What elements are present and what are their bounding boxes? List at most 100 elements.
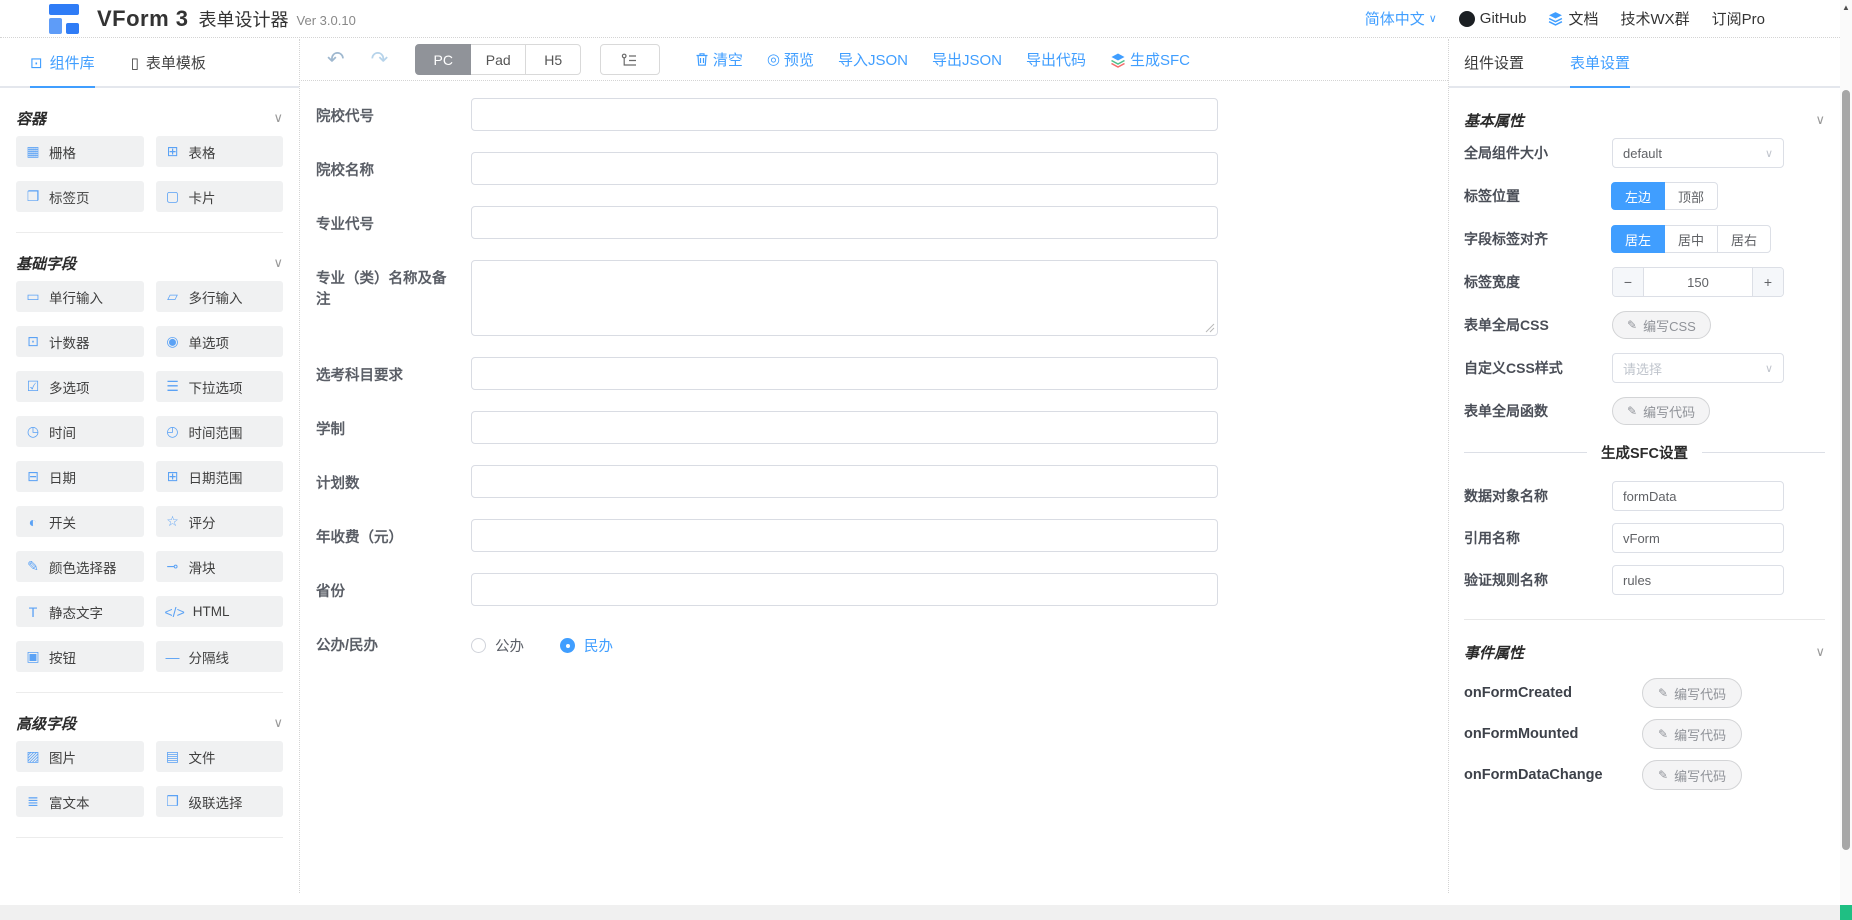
tab-form-templates[interactable]: ▯ 表单模板 — [131, 39, 206, 88]
select-icon: ☰ — [165, 378, 181, 395]
widget-size-select[interactable]: default ∨ — [1612, 138, 1784, 168]
scroll-up-icon[interactable]: ▲ — [1840, 3, 1852, 12]
widget-textarea[interactable]: ▱多行输入 — [156, 281, 284, 312]
form-field-row: 院校代号 — [316, 98, 1218, 131]
widget-rate[interactable]: ☆评分 — [156, 506, 284, 537]
widget-switch[interactable]: ◐开关 — [16, 506, 144, 537]
tab-form-settings[interactable]: 表单设置 — [1570, 39, 1630, 88]
section-container-header[interactable]: 容器 ∨ — [16, 100, 283, 136]
import-json-button[interactable]: 导入JSON — [838, 49, 908, 70]
static-text-icon: T — [25, 604, 41, 620]
widget-button[interactable]: ▣按钮 — [16, 641, 144, 672]
device-h5-button[interactable]: H5 — [525, 44, 581, 75]
edit-css-button[interactable]: ✎ 编写CSS — [1612, 311, 1711, 339]
label-align-center-button[interactable]: 居中 — [1664, 225, 1718, 253]
widget-time-range[interactable]: ◴时间范围 — [156, 416, 284, 447]
preview-button[interactable]: ◎ 预览 — [767, 49, 814, 70]
export-json-button[interactable]: 导出JSON — [932, 49, 1002, 70]
widget-html[interactable]: </>HTML — [156, 596, 284, 627]
field-input-college-name[interactable] — [471, 152, 1218, 185]
basic-props-header[interactable]: 基本属性 ∨ — [1464, 102, 1825, 138]
rules-name-input[interactable]: rules — [1612, 565, 1784, 595]
widget-table[interactable]: ⊞表格 — [156, 136, 284, 167]
widget-input[interactable]: ▭单行输入 — [16, 281, 144, 312]
widget-select[interactable]: ☰下拉选项 — [156, 371, 284, 402]
undo-icon[interactable]: ↶ — [327, 49, 345, 70]
vertical-scrollbar-thumb[interactable] — [1842, 90, 1850, 850]
widget-color-picker[interactable]: ✎颜色选择器 — [16, 551, 144, 582]
field-textarea-major-name-remark[interactable] — [471, 260, 1218, 336]
radio-option-public[interactable]: 公办 — [471, 635, 524, 656]
widget-cascader[interactable]: ❒级联选择 — [156, 786, 284, 817]
field-input-subject-requirement[interactable] — [471, 357, 1218, 390]
section-advanced-fields-header[interactable]: 高级字段 ∨ — [16, 705, 283, 741]
widget-grid[interactable]: ▦栅格 — [16, 136, 144, 167]
chevron-down-icon: ∨ — [273, 715, 283, 731]
device-pad-button[interactable]: Pad — [470, 44, 526, 75]
tab-component-library[interactable]: ⊡ 组件库 — [30, 39, 95, 88]
tab-widget-settings[interactable]: 组件设置 — [1464, 39, 1524, 88]
field-input-province[interactable] — [471, 573, 1218, 606]
widget-date[interactable]: ⊟日期 — [16, 461, 144, 492]
section-divider — [1464, 619, 1825, 620]
data-object-name-input[interactable]: formData — [1612, 481, 1784, 511]
increase-button[interactable]: + — [1752, 268, 1783, 296]
widget-divider[interactable]: —分隔线 — [156, 641, 284, 672]
field-input-plan-count[interactable] — [471, 465, 1218, 498]
ref-name-input[interactable]: vForm — [1612, 523, 1784, 553]
custom-class-select[interactable]: 请选择 ∨ — [1612, 353, 1784, 383]
subscribe-pro-link[interactable]: 订阅Pro — [1712, 8, 1765, 29]
field-label: 专业（类）名称及备注 — [316, 260, 471, 336]
section-basic-fields-header[interactable]: 基础字段 ∨ — [16, 245, 283, 281]
widget-radio[interactable]: ◉单选项 — [156, 326, 284, 357]
widget-date-range[interactable]: ⊞日期范围 — [156, 461, 284, 492]
language-select[interactable]: 简体中文 ∨ — [1365, 8, 1437, 29]
label-align-left-button[interactable]: 居左 — [1611, 225, 1665, 253]
redo-icon[interactable]: ↷ — [371, 49, 389, 70]
docs-link[interactable]: 文档 — [1548, 8, 1598, 29]
horizontal-scrollbar[interactable] — [0, 905, 1840, 920]
edit-icon: ✎ — [1627, 404, 1637, 418]
edit-onformmounted-button[interactable]: ✎ 编写代码 — [1642, 719, 1742, 749]
label-position-left-button[interactable]: 左边 — [1611, 182, 1665, 210]
generate-sfc-button[interactable]: 生成SFC — [1110, 49, 1190, 70]
vertical-scrollbar[interactable]: ▲ — [1840, 0, 1852, 920]
github-link[interactable]: GitHub — [1459, 10, 1527, 27]
widget-tab[interactable]: ❐标签页 — [16, 181, 144, 212]
setting-row-ref-name: 引用名称 vForm — [1464, 523, 1825, 553]
widget-picture-upload[interactable]: ▨图片 — [16, 741, 144, 772]
widget-card[interactable]: ▢卡片 — [156, 181, 284, 212]
edit-functions-button[interactable]: ✎ 编写代码 — [1612, 397, 1710, 425]
label-position-top-button[interactable]: 顶部 — [1664, 182, 1718, 210]
field-input-annual-fee[interactable] — [471, 519, 1218, 552]
form-canvas[interactable]: 院校代号 院校名称 专业代号 专业（类）名称及备注 — [301, 82, 1448, 893]
widget-checkbox[interactable]: ☑多选项 — [16, 371, 144, 402]
app-header: VForm 3 表单设计器 Ver 3.0.10 简体中文 ∨ GitHub 文… — [0, 0, 1840, 38]
radio-option-private[interactable]: 民办 — [560, 635, 613, 656]
widget-static-text[interactable]: T静态文字 — [16, 596, 144, 627]
tab-icon: ❐ — [25, 188, 41, 205]
event-props-header[interactable]: 事件属性 ∨ — [1464, 634, 1825, 670]
decrease-button[interactable]: − — [1613, 268, 1644, 296]
widget-time[interactable]: ◷时间 — [16, 416, 144, 447]
widget-rich-editor[interactable]: ≣富文本 — [16, 786, 144, 817]
node-tree-button[interactable] — [600, 44, 660, 75]
edit-onformdatachange-button[interactable]: ✎ 编写代码 — [1642, 760, 1742, 790]
edit-icon: ✎ — [1627, 318, 1637, 332]
device-pc-button[interactable]: PC — [415, 44, 471, 75]
field-input-major-code[interactable] — [471, 206, 1218, 239]
field-input-study-length[interactable] — [471, 411, 1218, 444]
field-input-college-code[interactable] — [471, 98, 1218, 131]
wx-group-link[interactable]: 技术WX群 — [1620, 8, 1689, 29]
label-align-right-button[interactable]: 居右 — [1717, 225, 1771, 253]
card-icon: ▢ — [165, 188, 181, 205]
widget-number[interactable]: ⊡计数器 — [16, 326, 144, 357]
label-width-value[interactable]: 150 — [1644, 268, 1752, 296]
widget-file-upload[interactable]: ▤文件 — [156, 741, 284, 772]
widget-slider[interactable]: ⊸滑块 — [156, 551, 284, 582]
clear-button[interactable]: 清空 — [695, 49, 743, 70]
edit-onformcreated-button[interactable]: ✎ 编写代码 — [1642, 678, 1742, 708]
resize-grip-icon[interactable] — [1205, 323, 1215, 333]
export-code-button[interactable]: 导出代码 — [1026, 49, 1086, 70]
form-field-row: 省份 — [316, 573, 1218, 606]
